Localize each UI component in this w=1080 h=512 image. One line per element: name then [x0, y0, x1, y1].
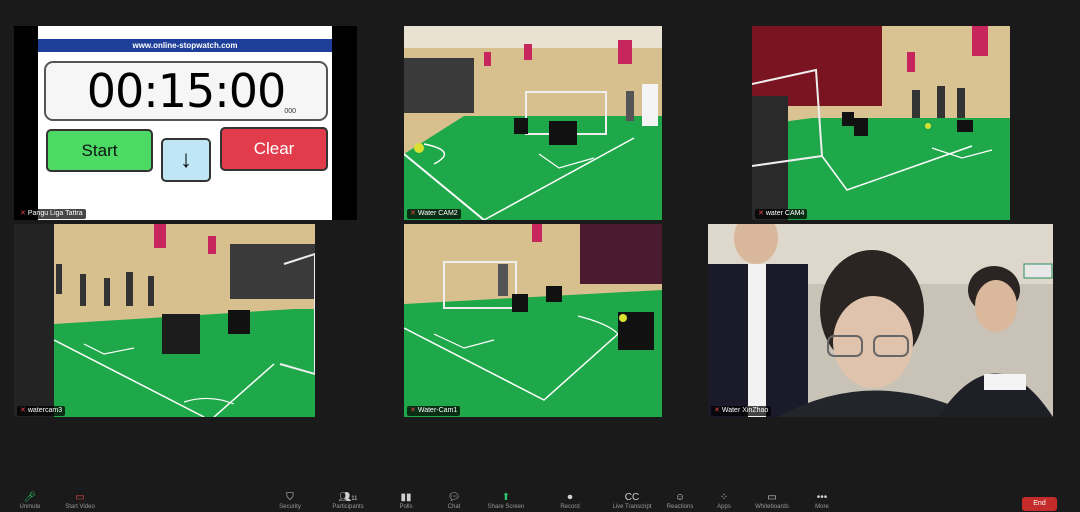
cc-icon: CC — [624, 492, 640, 503]
tile-name-label: ✕ Water CAM2 — [407, 209, 461, 219]
video-off-icon: ▭ — [75, 492, 85, 503]
record-button[interactable]: ⏺ Record — [550, 492, 590, 511]
record-icon: ⏺ — [567, 492, 573, 503]
tile-name-label: ✕ Water XinZhao — [711, 406, 772, 416]
stopwatch-clear-button[interactable]: Clear — [220, 127, 328, 171]
apps-icon: ⁘ — [719, 492, 729, 503]
video-tile-cam3[interactable]: ✕ watercam3 — [14, 224, 315, 417]
whiteboard-icon: ▭ — [767, 492, 777, 503]
camera-feed-image — [404, 224, 662, 417]
reactions-button[interactable]: ☺ Reactions — [660, 492, 700, 511]
camera-feed-image — [752, 26, 1010, 220]
muted-mic-icon: ✕ — [20, 210, 26, 217]
stopwatch-milliseconds: 000 — [284, 108, 296, 115]
end-meeting-button[interactable]: End — [1022, 497, 1057, 511]
video-tile-cam2[interactable]: ✕ Water CAM2 — [404, 26, 662, 220]
video-tile-cam4[interactable]: ✕ water CAM4 — [752, 26, 1010, 220]
security-button[interactable]: ⛉ Security — [270, 492, 310, 511]
stopwatch-panel: www.online-stopwatch.com 00:15:00 000 St… — [38, 26, 332, 220]
camera-feed-image — [14, 224, 315, 417]
polls-button[interactable]: ▮▮ Polls — [386, 492, 426, 511]
polls-icon: ▮▮ — [400, 492, 412, 503]
apps-button[interactable]: ⁘ Apps — [704, 492, 744, 511]
shield-icon: ⛉ — [286, 492, 294, 503]
participants-icon: 👥︎11 — [338, 492, 358, 503]
live-transcript-button[interactable]: CC Live Transcript — [612, 492, 652, 511]
share-screen-icon: ⬆ — [501, 492, 511, 503]
video-tile-cam1[interactable]: ✕ Water-Cam1 — [404, 224, 662, 417]
muted-mic-icon: ✕ — [410, 210, 416, 217]
tile-name-label: ✕ water CAM4 — [755, 209, 808, 219]
stopwatch-url: www.online-stopwatch.com — [38, 39, 332, 52]
whiteboards-button[interactable]: ▭ Whiteboards — [752, 492, 792, 511]
camera-feed-image — [708, 224, 1053, 417]
more-icon: ••• — [816, 492, 828, 503]
tile-name-label: ✕ Water-Cam1 — [407, 406, 461, 416]
microphone-icon: 🎤︎ — [23, 492, 37, 503]
muted-mic-icon: ✕ — [758, 210, 764, 217]
video-tile-xinzhao[interactable]: ✕ Water XinZhao — [708, 224, 1053, 417]
muted-mic-icon: ✕ — [714, 407, 720, 414]
stopwatch-down-arrow-button[interactable]: ↓ — [161, 138, 211, 182]
participants-count: 11 — [351, 496, 358, 502]
chat-icon: 💬︎ — [447, 492, 461, 503]
share-screen-button[interactable]: ⬆ Share Screen — [486, 492, 526, 511]
camera-feed-image — [404, 26, 662, 220]
video-tile-stopwatch[interactable]: www.online-stopwatch.com 00:15:00 000 St… — [14, 26, 357, 220]
chat-button[interactable]: 💬︎ Chat — [434, 492, 474, 511]
more-button[interactable]: ••• More — [802, 492, 842, 511]
muted-mic-icon: ✕ — [410, 407, 416, 414]
tile-name-label: ✕ watercam3 — [17, 406, 66, 416]
start-video-button[interactable]: ▭ Start Video — [60, 492, 100, 511]
meeting-toolbar: 🎤︎ Unmute ▭ Start Video ⛉ Security 👥︎11 … — [0, 488, 1080, 512]
participants-button[interactable]: 👥︎11 Participants — [328, 492, 368, 511]
muted-mic-icon: ✕ — [20, 407, 26, 414]
unmute-button[interactable]: 🎤︎ Unmute — [10, 492, 50, 511]
tile-name-label: ✕ Pangu Liga Tattra — [17, 209, 86, 219]
stopwatch-start-button[interactable]: Start — [46, 129, 153, 172]
reactions-icon: ☺ — [674, 492, 686, 503]
